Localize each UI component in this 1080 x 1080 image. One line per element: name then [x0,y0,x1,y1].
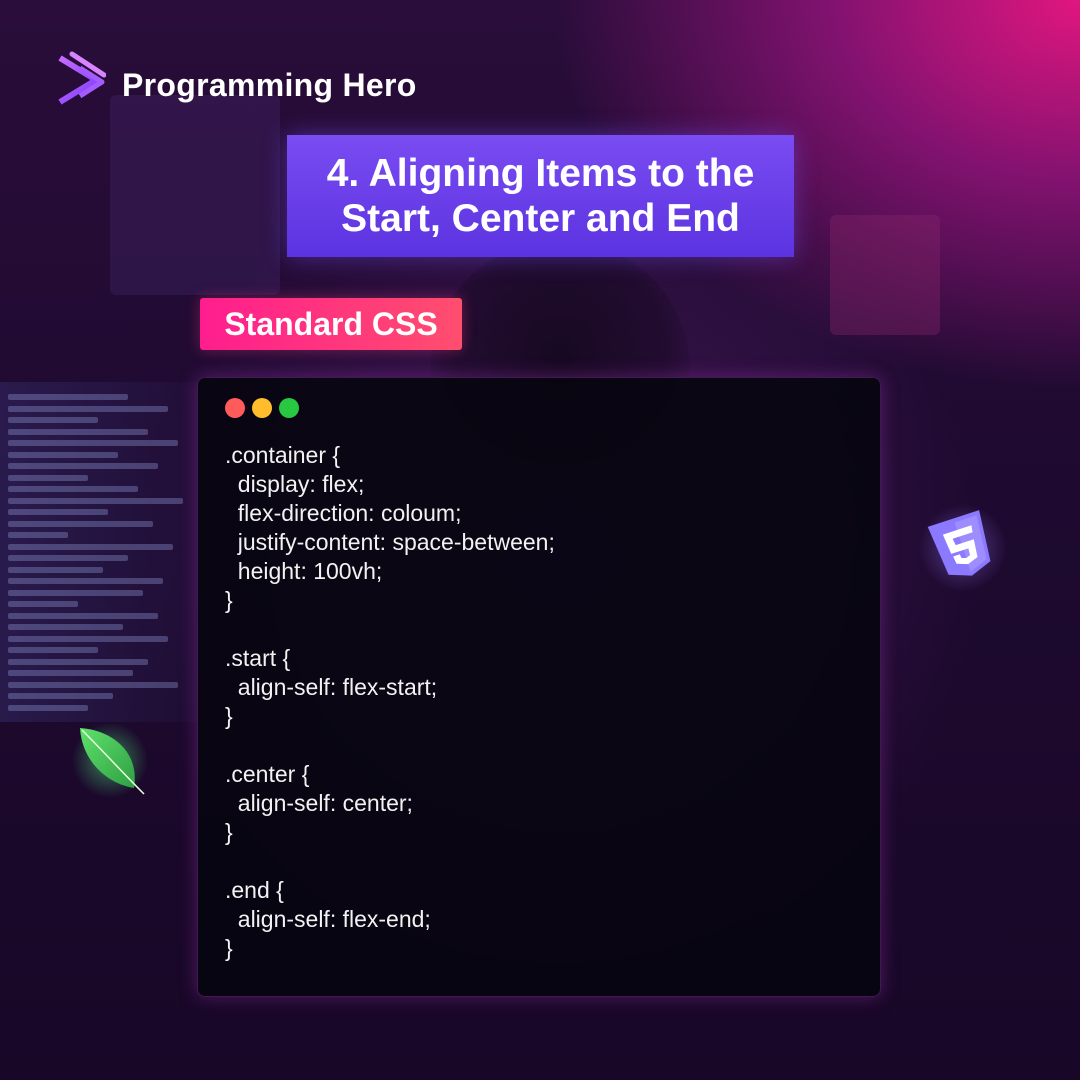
background-code-line [8,405,168,412]
background-code-line [8,428,148,435]
code-line: align-self: flex-start; [225,674,438,700]
code-line: display: flex; [225,471,365,497]
background-code-line [8,658,148,665]
background-code-line [8,417,98,423]
background-code-line [8,543,173,550]
background-code-line [8,624,123,630]
background-code-line [8,497,183,504]
standard-css-badge: Standard CSS [200,298,462,350]
brand-name: Programming Hero [122,66,417,103]
background-code-line [8,704,88,711]
code-line: justify-content: space-between; [225,529,555,555]
badge-label: Standard CSS [224,305,438,342]
background-code-line [8,647,98,653]
background-code-line [8,440,178,446]
minimize-dot [252,398,272,418]
code-block: .container { display: flex; flex-directi… [225,441,555,963]
code-line: .end { [225,877,284,903]
background-code-line [8,394,128,400]
background-code-line [8,474,88,481]
background-code-line [8,589,143,596]
code-window: .container { display: flex; flex-directi… [197,377,881,997]
background-code-line [8,693,113,699]
background-code-line [8,463,158,469]
background-code-line [8,520,153,527]
background-code-screen [0,382,200,722]
code-line: .start { [225,645,291,671]
code-line: .container { [225,442,341,468]
background-code-line [8,451,118,458]
code-line: align-self: center; [225,790,413,816]
background-code-line [8,532,68,538]
window-controls [225,398,299,418]
background-code-line [8,681,178,688]
programming-hero-logo-icon [58,51,106,113]
code-line: align-self: flex-end; [225,906,431,932]
code-line: height: 100vh; [225,558,383,584]
code-line: } [225,819,233,845]
background-code-line [8,578,163,584]
background-code-line [8,612,158,619]
code-line: .center { [225,761,310,787]
brand: Programming Hero [58,50,417,120]
background-monitor [110,95,280,295]
page-title: 4. Aligning Items to the Start, Center a… [326,152,755,240]
background-code-line [8,670,133,676]
background-code-line [8,635,168,642]
background-code-line [8,509,108,515]
background-code-line [8,555,128,561]
css3-shield-icon [919,504,1007,592]
background-code-line [8,486,138,492]
maximize-dot [279,398,299,418]
mongodb-leaf-icon [72,722,148,798]
code-line: flex-direction: coloum; [225,500,462,526]
code-line: } [225,587,233,613]
close-dot [225,398,245,418]
code-line: } [225,935,233,961]
title-banner: 4. Aligning Items to the Start, Center a… [287,135,794,257]
background-shelf [830,215,940,335]
code-line: } [225,703,233,729]
background-code-line [8,566,103,573]
background-code-line [8,601,78,607]
